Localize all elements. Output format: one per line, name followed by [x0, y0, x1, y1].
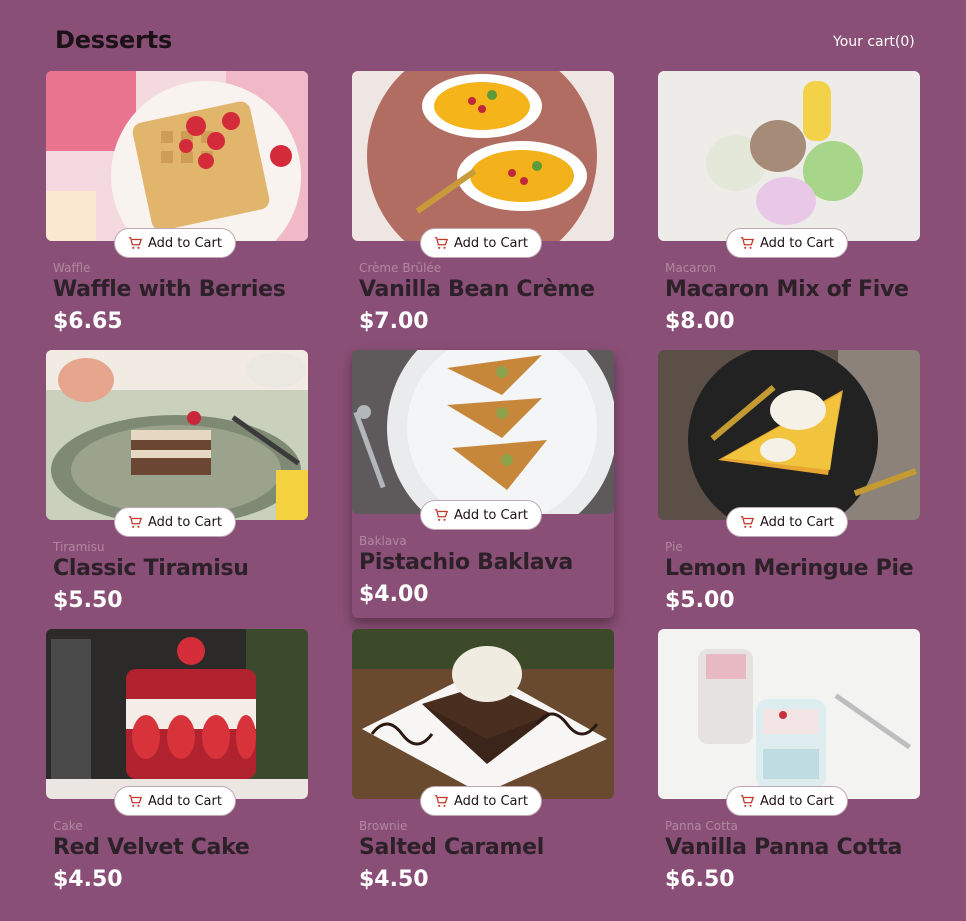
product-card-waffle: Add to Cart Waffle Waffle with Berries $…	[46, 71, 308, 350]
add-to-cart-label: Add to Cart	[454, 507, 528, 523]
product-card-cake: Add to Cart Cake Red Velvet Cake $4.50	[46, 629, 308, 908]
product-price: $6.65	[53, 309, 123, 334]
product-name: Salted Caramel	[359, 835, 544, 860]
cart-icon	[434, 509, 448, 521]
add-to-cart-button[interactable]: Add to Cart	[420, 786, 542, 816]
product-category: Baklava	[359, 534, 407, 548]
product-card-brownie: Add to Cart Brownie Salted Caramel $4.50	[352, 629, 614, 908]
product-price: $5.00	[665, 588, 735, 613]
product-name: Macaron Mix of Five	[665, 277, 909, 302]
cart-icon	[740, 237, 754, 249]
product-category: Tiramisu	[53, 540, 105, 554]
add-to-cart-label: Add to Cart	[454, 793, 528, 809]
add-to-cart-button[interactable]: Add to Cart	[726, 228, 848, 258]
product-price: $4.50	[359, 867, 429, 892]
product-category: Cake	[53, 819, 83, 833]
add-to-cart-button[interactable]: Add to Cart	[726, 786, 848, 816]
product-price: $5.50	[53, 588, 123, 613]
product-price: $6.50	[665, 867, 735, 892]
product-price: $8.00	[665, 309, 735, 334]
cart-icon	[740, 795, 754, 807]
product-card-macaron: Add to Cart Macaron Macaron Mix of Five …	[658, 71, 920, 350]
product-category: Panna Cotta	[665, 819, 738, 833]
product-image-panna-cotta[interactable]	[658, 629, 920, 799]
product-card-pie: Add to Cart Pie Lemon Meringue Pie $5.00	[658, 350, 920, 629]
add-to-cart-label: Add to Cart	[148, 793, 222, 809]
add-to-cart-button[interactable]: Add to Cart	[420, 500, 542, 530]
page-title: Desserts	[55, 26, 173, 54]
product-category: Brownie	[359, 819, 408, 833]
add-to-cart-label: Add to Cart	[760, 235, 834, 251]
product-image-baklava[interactable]	[352, 350, 614, 514]
product-price: $4.00	[359, 582, 429, 607]
add-to-cart-button[interactable]: Add to Cart	[114, 507, 236, 537]
add-to-cart-label: Add to Cart	[760, 793, 834, 809]
product-card-baklava: Add to Cart Baklava Pistachio Baklava $4…	[352, 350, 614, 618]
product-category: Pie	[665, 540, 683, 554]
product-name: Vanilla Bean Crème	[359, 277, 595, 302]
product-price: $4.50	[53, 867, 123, 892]
cart-icon	[128, 516, 142, 528]
product-image-pie[interactable]	[658, 350, 920, 520]
product-image-waffle[interactable]	[46, 71, 308, 241]
product-name: Lemon Meringue Pie	[665, 556, 914, 581]
product-card-tiramisu: Add to Cart Tiramisu Classic Tiramisu $5…	[46, 350, 308, 629]
add-to-cart-button[interactable]: Add to Cart	[114, 786, 236, 816]
product-card-panna-cotta: Add to Cart Panna Cotta Vanilla Panna Co…	[658, 629, 920, 908]
cart-link[interactable]: Your cart(0)	[833, 34, 915, 50]
cart-icon	[128, 237, 142, 249]
add-to-cart-label: Add to Cart	[760, 514, 834, 530]
cart-icon	[128, 795, 142, 807]
product-name: Pistachio Baklava	[359, 550, 573, 575]
product-name: Vanilla Panna Cotta	[665, 835, 903, 860]
product-name: Classic Tiramisu	[53, 556, 249, 581]
add-to-cart-label: Add to Cart	[454, 235, 528, 251]
product-name: Red Velvet Cake	[53, 835, 250, 860]
cart-icon	[434, 237, 448, 249]
add-to-cart-label: Add to Cart	[148, 514, 222, 530]
product-category: Waffle	[53, 261, 91, 275]
add-to-cart-label: Add to Cart	[148, 235, 222, 251]
product-card-creme-brulee: Add to Cart Crème Brûlée Vanilla Bean Cr…	[352, 71, 614, 350]
add-to-cart-button[interactable]: Add to Cart	[114, 228, 236, 258]
product-category: Crème Brûlée	[359, 261, 442, 275]
product-image-creme-brulee[interactable]	[352, 71, 614, 241]
cart-icon	[434, 795, 448, 807]
add-to-cart-button[interactable]: Add to Cart	[726, 507, 848, 537]
product-image-brownie[interactable]	[352, 629, 614, 799]
product-image-tiramisu[interactable]	[46, 350, 308, 520]
product-price: $7.00	[359, 309, 429, 334]
add-to-cart-button[interactable]: Add to Cart	[420, 228, 542, 258]
product-name: Waffle with Berries	[53, 277, 286, 302]
product-image-macaron[interactable]	[658, 71, 920, 241]
product-category: Macaron	[665, 261, 717, 275]
product-image-cake[interactable]	[46, 629, 308, 799]
product-grid: Add to Cart Waffle Waffle with Berries $…	[46, 71, 920, 908]
cart-icon	[740, 516, 754, 528]
